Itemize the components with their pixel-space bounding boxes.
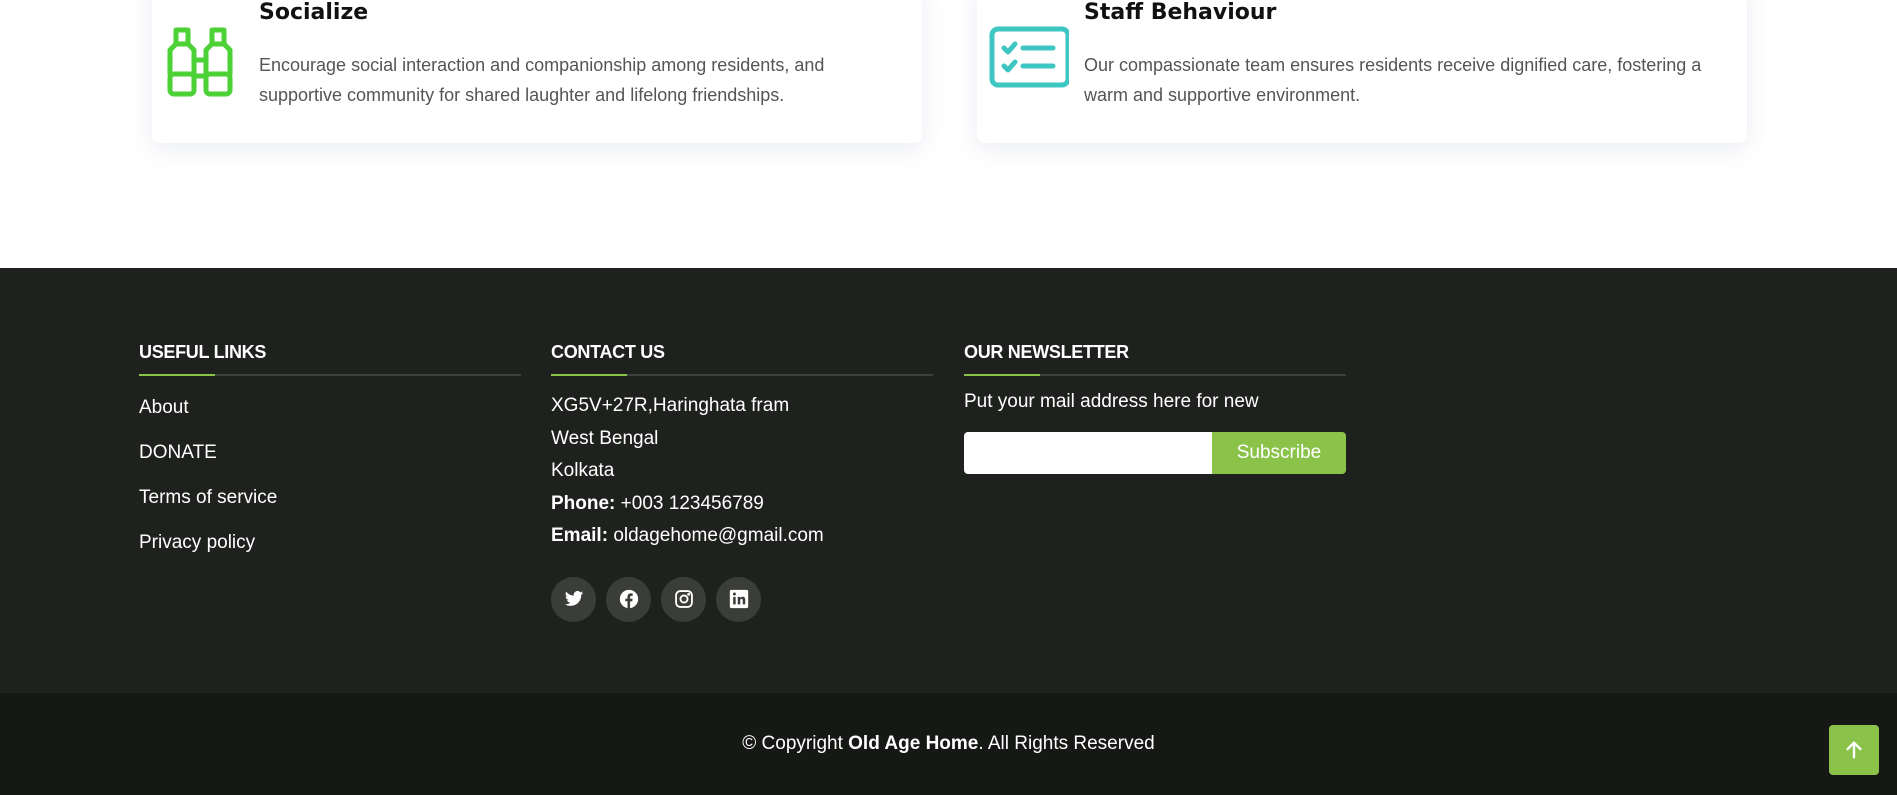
instagram-icon[interactable]	[661, 576, 706, 622]
footer-link-about[interactable]: About	[139, 394, 521, 439]
copyright-brand: Old Age Home	[848, 733, 979, 754]
newsletter-form: Subscribe	[964, 432, 1346, 474]
feature-title: Socialize	[259, 0, 369, 25]
twitter-icon[interactable]	[551, 576, 596, 622]
facebook-icon[interactable]	[606, 576, 651, 622]
footer: USEFUL LINKS About DONATE Terms of servi…	[0, 268, 1897, 693]
feature-description: Our compassionate team ensures residents…	[1084, 55, 1702, 105]
social-links	[551, 576, 933, 622]
contact-column: CONTACT US XG5V+27R,Haringhata fram West…	[551, 340, 933, 622]
phone-line: Phone: +003 123456789	[551, 488, 933, 521]
copyright-text: © Copyright Old Age Home. All Rights Res…	[742, 733, 1154, 755]
address-line: XG5V+27R,Haringhata fram	[551, 395, 790, 416]
feature-title: Staff Behaviour	[1084, 0, 1277, 25]
arrow-up-icon	[1846, 741, 1862, 759]
footer-link-terms[interactable]: Terms of service	[139, 484, 521, 529]
email-line: Email: oldagehome@gmail.com	[551, 520, 933, 553]
copyright-prefix: © Copyright	[742, 733, 843, 754]
contact-details: XG5V+27R,Haringhata fram West Bengal Kol…	[551, 390, 933, 553]
newsletter-column: OUR NEWSLETTER Put your mail address her…	[964, 340, 1346, 474]
features-section: Socialize Encourage social interaction a…	[0, 0, 1897, 268]
back-to-top-button[interactable]	[1829, 725, 1879, 775]
checklist-icon	[987, 20, 1071, 100]
feature-card-socialize: Socialize Encourage social interaction a…	[152, 0, 922, 143]
newsletter-intro: Put your mail address here for new	[964, 391, 1259, 412]
phone-label: Phone:	[551, 492, 616, 514]
feature-card-staff-behaviour: Staff Behaviour Our compassionate team e…	[977, 0, 1747, 143]
email-value: oldagehome@gmail.com	[613, 525, 824, 546]
footer-link-donate[interactable]: DONATE	[139, 439, 521, 484]
address-line: Kolkata	[551, 460, 615, 481]
newsletter-heading: OUR NEWSLETTER	[964, 340, 1346, 376]
useful-links-heading: USEFUL LINKS	[139, 340, 521, 376]
linkedin-icon[interactable]	[716, 576, 761, 622]
useful-links-list: About DONATE Terms of service Privacy po…	[139, 394, 521, 574]
copyright-bar: © Copyright Old Age Home. All Rights Res…	[0, 693, 1897, 795]
footer-link-privacy[interactable]: Privacy policy	[139, 529, 521, 574]
contact-heading: CONTACT US	[551, 340, 933, 376]
email-label: Email:	[551, 525, 609, 546]
binoculars-icon	[162, 20, 238, 100]
phone-value: +003 123456789	[620, 492, 764, 514]
address-line: West Bengal	[551, 427, 659, 449]
subscribe-button[interactable]: Subscribe	[1212, 432, 1346, 474]
feature-description: Encourage social interaction and compani…	[259, 55, 825, 105]
useful-links-column: USEFUL LINKS About DONATE Terms of servi…	[139, 340, 521, 574]
copyright-suffix: . All Rights Reserved	[978, 733, 1155, 754]
newsletter-email-input[interactable]	[964, 432, 1212, 474]
